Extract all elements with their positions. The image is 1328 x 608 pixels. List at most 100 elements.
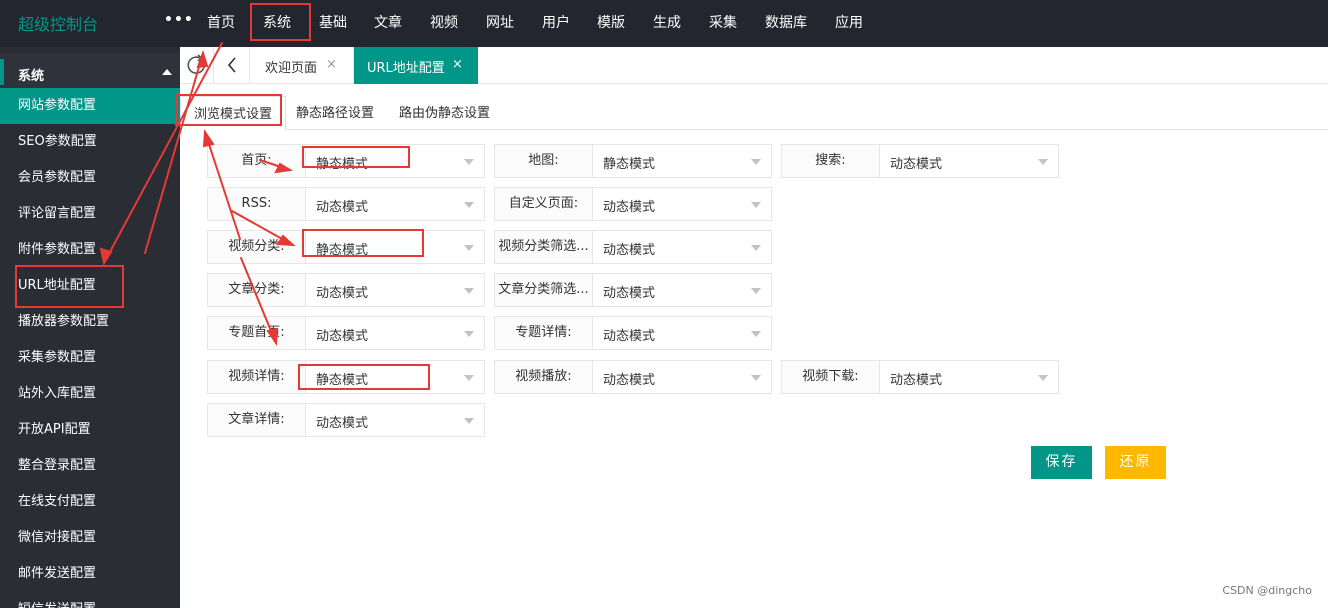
map-mode-select[interactable]: 静态模式 [593,145,771,177]
sidebar-item-attachment[interactable]: 附件参数配置 [0,232,180,268]
dropdown-arrow-icon [464,288,474,294]
form-item-map: 地图: 静态模式 [494,144,772,178]
reset-button[interactable]: 还原 [1105,446,1166,479]
video-play-mode-select[interactable]: 动态模式 [593,361,771,393]
form-item-video-category: 视频分类: 静态模式 [207,230,485,264]
dropdown-arrow-icon [1038,375,1048,381]
dropdown-arrow-icon [751,245,761,251]
home-mode-select[interactable]: 静态模式 [306,145,484,177]
field-label: 视频分类筛选... [495,231,593,263]
nav-collect[interactable]: 采集 [709,12,737,32]
sidebar-item-payment[interactable]: 在线支付配置 [0,484,180,520]
tab-welcome-label: 欢迎页面 [265,61,318,76]
sidebar-item-import[interactable]: 站外入库配置 [0,376,180,412]
save-button[interactable]: 保存 [1031,446,1092,479]
settings-subtabs: 浏览模式设置 静态路径设置 路由伪静态设置 [180,84,1328,131]
sidebar-item-comment[interactable]: 评论留言配置 [0,196,180,232]
form-item-custom-page: 自定义页面: 动态模式 [494,187,772,221]
article-detail-mode-select[interactable]: 动态模式 [306,404,484,436]
dropdown-arrow-icon [751,331,761,337]
nav-home[interactable]: 首页 [207,12,235,32]
video-download-mode-select[interactable]: 动态模式 [880,361,1058,393]
video-category-mode-select[interactable]: 静态模式 [306,231,484,263]
search-mode-select[interactable]: 动态模式 [880,145,1058,177]
nav-generate[interactable]: 生成 [653,12,681,32]
sidebar-item-player[interactable]: 播放器参数配置 [0,304,180,340]
rss-mode-select[interactable]: 动态模式 [306,188,484,220]
form-item-topic-home: 专题首页: 动态模式 [207,316,485,350]
nav-apps[interactable]: 应用 [835,12,863,32]
sidebar-item-sms[interactable]: 短信发送配置 [0,592,180,608]
nav-basic[interactable]: 基础 [319,12,347,32]
dropdown-arrow-icon [751,159,761,165]
watermark: CSDN @dingcho [1222,584,1312,597]
topic-home-mode-select[interactable]: 动态模式 [306,317,484,349]
field-label: 视频详情: [208,361,306,393]
custom-page-mode-select[interactable]: 动态模式 [593,188,771,220]
nav-article[interactable]: 文章 [374,12,402,32]
tab-browse-mode[interactable]: 浏览模式设置 [180,96,287,131]
dropdown-arrow-icon [464,418,474,424]
sidebar-item-api[interactable]: 开放API配置 [0,412,180,448]
form-item-rss: RSS: 动态模式 [207,187,485,221]
select-value: 动态模式 [316,286,369,301]
sidebar-item-url[interactable]: URL地址配置 [0,268,180,304]
sidebar-item-seo[interactable]: SEO参数配置 [0,124,180,160]
tab-static-path[interactable]: 静态路径设置 [296,102,374,121]
dropdown-arrow-icon [751,375,761,381]
select-value: 动态模式 [316,329,369,344]
sidebar-item-collect[interactable]: 采集参数配置 [0,340,180,376]
nav-website[interactable]: 网址 [486,12,514,32]
article-category-mode-select[interactable]: 动态模式 [306,274,484,306]
nav-template[interactable]: 模版 [597,12,625,32]
sidebar-group-system[interactable]: 系统 [0,53,180,93]
tab-route-rewrite[interactable]: 路由伪静态设置 [399,102,490,121]
page-tabs-bar: 欢迎页面 × URL地址配置 × [180,47,1328,84]
dropdown-arrow-icon [751,202,761,208]
close-icon[interactable]: × [452,57,463,72]
sidebar-item-member[interactable]: 会员参数配置 [0,160,180,196]
field-label: 文章分类: [208,274,306,306]
select-value: 动态模式 [316,200,369,215]
form-item-article-category: 文章分类: 动态模式 [207,273,485,307]
form-item-video-play: 视频播放: 动态模式 [494,360,772,394]
topic-detail-mode-select[interactable]: 动态模式 [593,317,771,349]
video-detail-mode-select[interactable]: 静态模式 [306,361,484,393]
field-label: 地图: [495,145,593,177]
field-label: 文章详情: [208,404,306,436]
select-value: 动态模式 [316,416,369,431]
caret-up-icon [162,69,172,75]
select-value: 动态模式 [890,157,943,172]
select-value: 动态模式 [603,373,656,388]
dropdown-arrow-icon [751,288,761,294]
select-value: 静态模式 [603,157,656,172]
field-label: 自定义页面: [495,188,593,220]
chevron-left-icon[interactable] [214,47,250,84]
tab-url-config[interactable]: URL地址配置 × [354,47,478,84]
field-label: 视频分类: [208,231,306,263]
nav-user[interactable]: 用户 [542,12,570,32]
dropdown-arrow-icon [464,245,474,251]
dropdown-arrow-icon [464,331,474,337]
sidebar-item-email[interactable]: 邮件发送配置 [0,556,180,592]
field-label: 专题首页: [208,317,306,349]
sidebar-item-site-params[interactable]: 网站参数配置 [0,88,180,124]
select-value: 动态模式 [890,373,943,388]
tab-url-config-label: URL地址配置 [367,61,445,76]
more-icon[interactable]: ••• [164,12,194,28]
select-value: 动态模式 [603,286,656,301]
refresh-icon[interactable] [180,47,214,84]
nav-video[interactable]: 视频 [430,12,458,32]
article-filter-mode-select[interactable]: 动态模式 [593,274,771,306]
app-brand[interactable]: 超级控制台 [18,11,98,35]
form-item-video-filter: 视频分类筛选... 动态模式 [494,230,772,264]
select-value: 静态模式 [316,157,369,172]
nav-database[interactable]: 数据库 [765,12,807,32]
sidebar-item-login[interactable]: 整合登录配置 [0,448,180,484]
field-label: RSS: [208,188,306,220]
video-filter-mode-select[interactable]: 动态模式 [593,231,771,263]
tab-welcome[interactable]: 欢迎页面 × [250,47,354,84]
close-icon[interactable]: × [326,57,337,72]
nav-system[interactable]: 系统 [263,12,291,32]
sidebar-item-wechat[interactable]: 微信对接配置 [0,520,180,556]
